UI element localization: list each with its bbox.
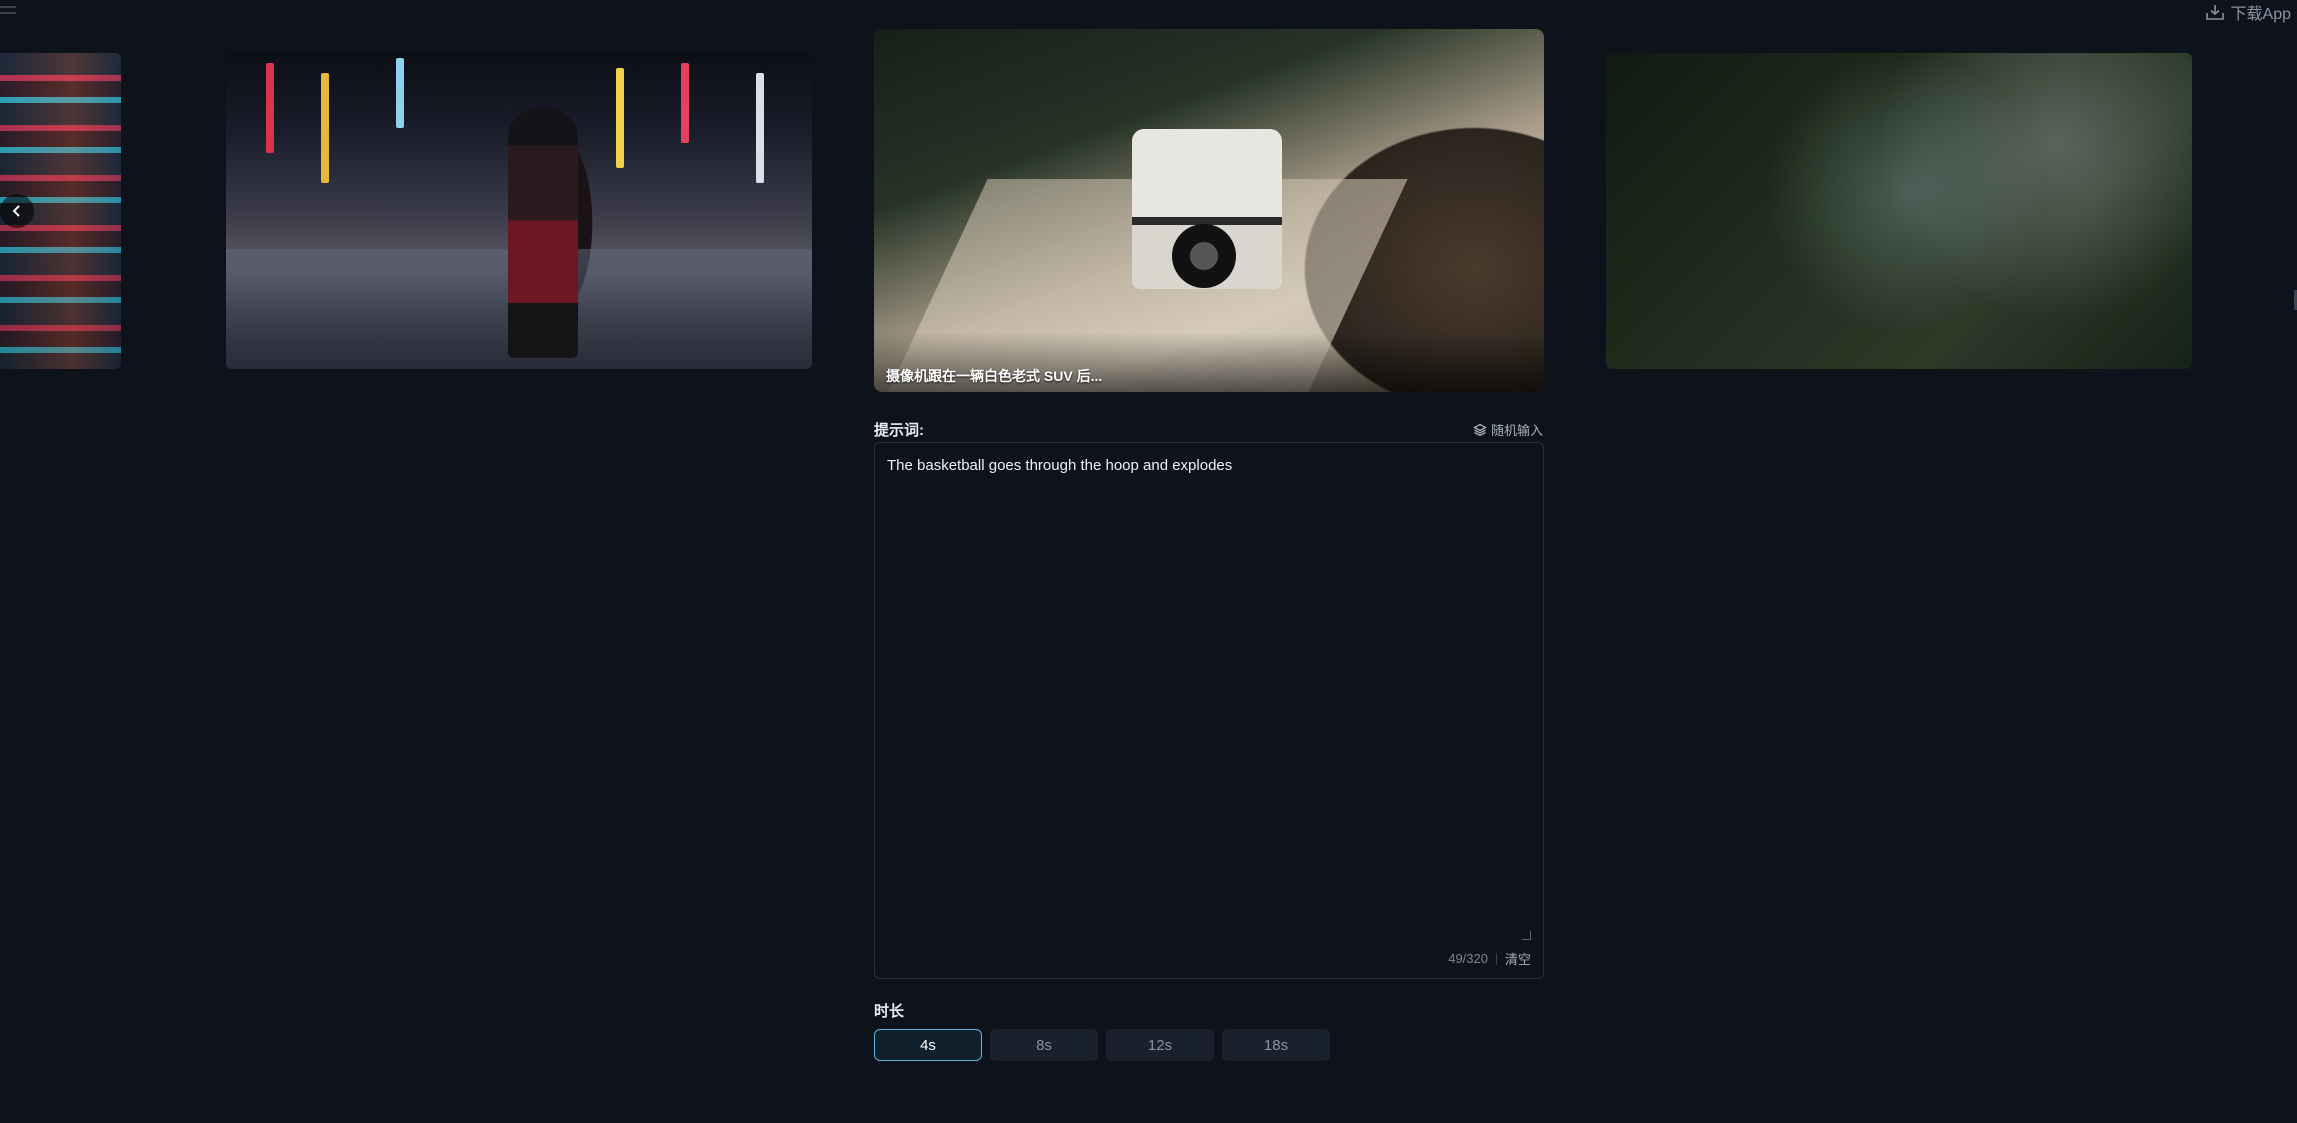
character-counter: 49/320 <box>1448 951 1488 966</box>
random-input-label: 随机输入 <box>1490 423 1543 438</box>
duration-option-8s[interactable]: 8s <box>990 1029 1098 1061</box>
prompt-footer: 49/320 清空 <box>1448 949 1531 968</box>
prompt-label: 提示词: <box>874 422 924 439</box>
carousel-caption: 摄像机跟在一辆白色老式 SUV 后... <box>886 368 1103 384</box>
duration-option-12s[interactable]: 12s <box>1106 1029 1214 1061</box>
clear-button[interactable]: 清空 <box>1505 949 1531 968</box>
divider <box>1495 952 1497 965</box>
duration-option-4s[interactable]: 4s <box>874 1029 982 1061</box>
resize-handle[interactable] <box>1522 931 1531 940</box>
prompt-input[interactable]: The basketball goes through the hoop and… <box>885 453 1529 937</box>
duration-option-18s[interactable]: 18s <box>1222 1029 1330 1061</box>
carousel-prev-button[interactable] <box>0 194 34 228</box>
duration-options: 4s 8s 12s 18s <box>874 1029 1330 1061</box>
duration-label: 时长 <box>874 1003 905 1020</box>
carousel-item-suv[interactable]: 摄像机跟在一辆白色老式 SUV 后... <box>874 29 1544 392</box>
carousel-item-woman-street[interactable] <box>226 53 812 369</box>
example-carousel: 摄像机跟在一辆白色老式 SUV 后... <box>0 0 2297 400</box>
chevron-left-icon <box>12 205 20 217</box>
carousel-item-foliage[interactable] <box>1606 53 2192 369</box>
random-input-button[interactable]: 随机输入 <box>1473 420 1543 439</box>
layers-icon <box>1473 423 1487 436</box>
prompt-box: The basketball goes through the hoop and… <box>874 442 1544 979</box>
